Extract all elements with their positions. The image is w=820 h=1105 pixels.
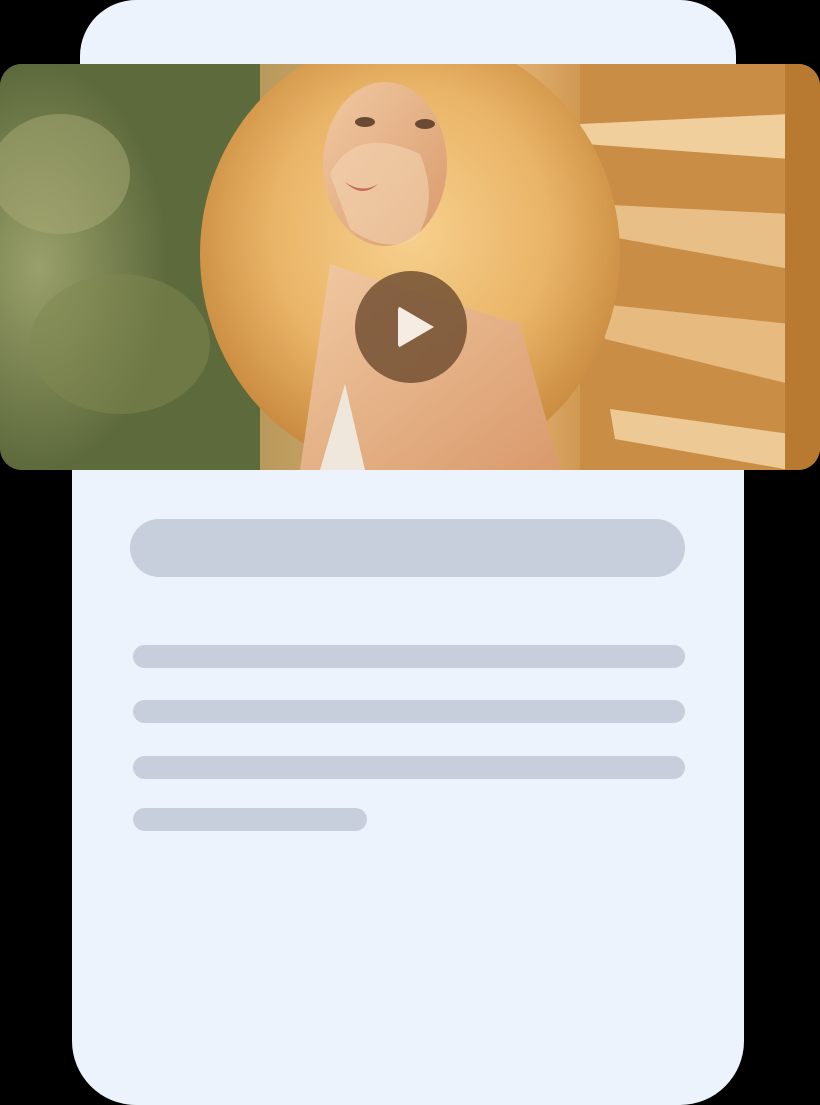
play-icon: [398, 306, 434, 348]
text-line-skeleton: [133, 808, 367, 831]
video-thumbnail[interactable]: [0, 64, 820, 470]
text-line-skeleton: [133, 756, 685, 779]
text-line-skeleton: [133, 700, 685, 723]
thumbnail-image: [0, 64, 820, 470]
title-skeleton: [130, 519, 685, 577]
text-line-skeleton: [133, 645, 685, 668]
play-button[interactable]: [355, 271, 467, 383]
portrait-figure: [200, 64, 620, 470]
